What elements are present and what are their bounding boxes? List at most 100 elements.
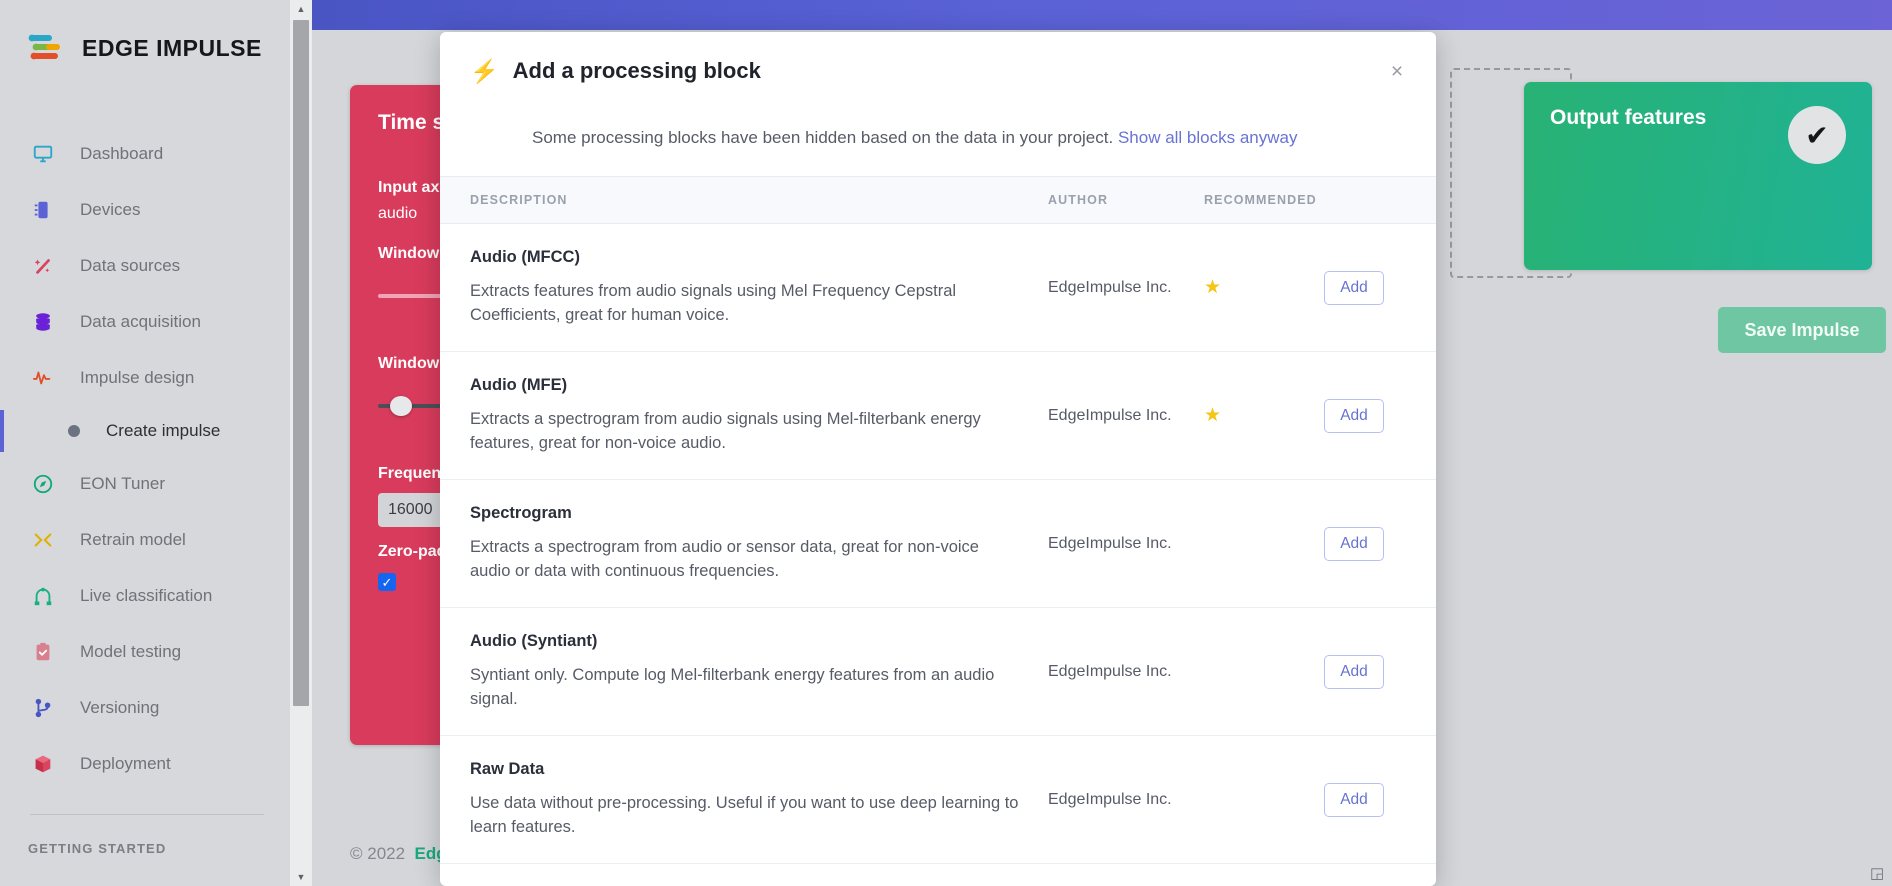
close-icon[interactable]: × (1384, 58, 1410, 84)
table-row: Audio (MFCC) Extracts features from audio… (440, 224, 1436, 352)
block-recommended-cell: ★ (1204, 276, 1324, 299)
sidebar-item-label: Retrain model (80, 530, 186, 549)
add-block-button[interactable]: Add (1324, 654, 1384, 689)
block-name: Spectrogram (470, 504, 572, 523)
shuffle-icon (34, 533, 52, 547)
block-recommended-cell: ★ (1204, 404, 1324, 427)
sidebar-item-impulse-design[interactable]: Impulse design (0, 350, 290, 406)
sidebar-item-versioning[interactable]: Versioning (0, 680, 290, 736)
sidebar: EDGE IMPULSE Dashboard Devices Data sour… (0, 0, 290, 886)
block-author: EdgeImpulse Inc. (1048, 406, 1172, 424)
block-description-cell: Raw Data Use data without pre-processing.… (440, 760, 1048, 839)
modal-title-row: ⚡ Add a processing block (470, 58, 1406, 84)
show-all-blocks-link[interactable]: Show all blocks anyway (1118, 128, 1298, 147)
block-author: EdgeImpulse Inc. (1048, 662, 1172, 680)
modal-note: Some processing blocks have been hidden … (532, 128, 1406, 148)
sidebar-item-label: Model testing (80, 642, 182, 661)
table-row: Spectrogram Extracts a spectrogram from a… (440, 480, 1436, 608)
check-icon: ✔ (1788, 106, 1846, 164)
sidebar-item-retrain-model[interactable]: Retrain model (0, 512, 290, 568)
bolt-icon: ⚡ (470, 57, 499, 84)
sidebar-item-data-sources[interactable]: Data sources (0, 238, 290, 294)
save-impulse-button[interactable]: Save Impulse (1718, 307, 1886, 353)
column-header-description: DESCRIPTION (470, 193, 568, 207)
block-name: Audio (Syntiant) (470, 632, 598, 651)
table-row: Audio (MFE) Extracts a spectrogram from a… (440, 352, 1436, 480)
sidebar-item-label: Data sources (80, 256, 181, 275)
sidebar-item-eon-tuner[interactable]: EON Tuner (0, 456, 290, 512)
add-block-button[interactable]: Add (1324, 270, 1384, 305)
sidebar-item-model-testing[interactable]: Model testing (0, 624, 290, 680)
column-header-author: AUTHOR (1048, 193, 1109, 207)
block-description-cell: Audio (Syntiant) Syntiant only. Compute l… (440, 632, 1048, 711)
block-name: Audio (MFCC) (470, 248, 580, 267)
block-description: Extracts features from audio signals usi… (470, 282, 957, 324)
add-processing-block-modal: ⚡ Add a processing block × Some processi… (440, 32, 1436, 886)
sidebar-item-devices[interactable]: Devices (0, 182, 290, 238)
brand-logo[interactable]: EDGE IMPULSE (0, 0, 290, 64)
scrollbar-thumb[interactable] (293, 20, 309, 706)
sidebar-item-data-acquisition[interactable]: Data acquisition (0, 294, 290, 350)
block-description: Use data without pre-processing. Useful … (470, 794, 1019, 836)
zero-pad-checkbox[interactable]: ✓ (378, 573, 396, 591)
resize-handle-icon[interactable]: ◲ (1870, 864, 1888, 882)
scroll-up-icon[interactable]: ▲ (290, 0, 312, 18)
block-author: EdgeImpulse Inc. (1048, 278, 1172, 296)
sidebar-item-label: Data acquisition (80, 312, 201, 331)
block-author: EdgeImpulse Inc. (1048, 534, 1172, 552)
block-action-cell: Add (1324, 654, 1434, 689)
sidebar-item-dashboard[interactable]: Dashboard (0, 126, 290, 182)
wand-icon (34, 259, 50, 274)
modal-title: Add a processing block (512, 58, 761, 83)
block-description: Extracts a spectrogram from audio signal… (470, 410, 981, 452)
add-block-button[interactable]: Add (1324, 526, 1384, 561)
app-root: EDGE IMPULSE Dashboard Devices Data sour… (0, 0, 1892, 886)
sidebar-item-deployment[interactable]: Deployment (0, 736, 290, 792)
edge-impulse-logo-icon (28, 34, 60, 60)
database-icon (36, 313, 50, 331)
page-scrollbar[interactable]: ▲ ▼ (290, 0, 312, 886)
modal-header: ⚡ Add a processing block × Some processi… (440, 32, 1436, 148)
copyright-text: © 2022 (350, 844, 406, 863)
block-author: EdgeImpulse Inc. (1048, 790, 1172, 808)
slider-knob[interactable] (390, 396, 412, 416)
sidebar-item-label: Impulse design (80, 368, 195, 387)
sidebar-item-live-classification[interactable]: Live classification (0, 568, 290, 624)
block-description: Syntiant only. Compute log Mel-filterban… (470, 666, 995, 708)
scroll-down-icon[interactable]: ▼ (290, 868, 312, 886)
block-description-cell: Audio (MFE) Extracts a spectrogram from a… (440, 376, 1048, 455)
modal-note-text: Some processing blocks have been hidden … (532, 128, 1114, 147)
add-block-button[interactable]: Add (1324, 398, 1384, 433)
compass-icon (33, 474, 53, 494)
block-description: Extracts a spectrogram from audio or sen… (470, 538, 979, 580)
git-branch-icon (35, 698, 51, 718)
network-icon (34, 587, 52, 606)
star-icon: ★ (1204, 405, 1222, 426)
pulse-icon (32, 371, 51, 385)
star-icon: ★ (1204, 277, 1222, 298)
table-row: Audio (Syntiant) Syntiant only. Compute l… (440, 608, 1436, 736)
table-row: Raw Data Use data without pre-processing.… (440, 736, 1436, 864)
sidebar-section-label: GETTING STARTED (28, 841, 167, 856)
output-features-card[interactable]: Output features ✔ (1524, 82, 1872, 270)
block-name: Raw Data (470, 760, 545, 779)
sidebar-subitem-label: Create impulse (106, 421, 221, 440)
bullet-icon (68, 425, 80, 437)
sidebar-item-label: Versioning (80, 698, 160, 717)
block-action-cell: Add (1324, 526, 1434, 561)
table-header-row: DESCRIPTION AUTHOR RECOMMENDED (440, 176, 1436, 224)
block-action-cell: Add (1324, 398, 1434, 433)
block-action-cell: Add (1324, 270, 1434, 305)
processing-blocks-table: DESCRIPTION AUTHOR RECOMMENDED Audio (MF… (440, 176, 1436, 864)
brand-name: EDGE IMPULSE (82, 34, 262, 61)
top-bar (312, 0, 1892, 30)
clipboard-check-icon (36, 642, 50, 661)
chip-icon (34, 201, 48, 219)
sidebar-subitem-create-impulse[interactable]: Create impulse (0, 406, 290, 456)
add-block-button[interactable]: Add (1324, 782, 1384, 817)
sidebar-item-label: Dashboard (80, 144, 164, 163)
column-header-recommended: RECOMMENDED (1204, 193, 1317, 207)
monitor-icon (33, 145, 53, 163)
sidebar-item-label: Live classification (80, 586, 213, 605)
block-description-cell: Spectrogram Extracts a spectrogram from a… (440, 504, 1048, 583)
